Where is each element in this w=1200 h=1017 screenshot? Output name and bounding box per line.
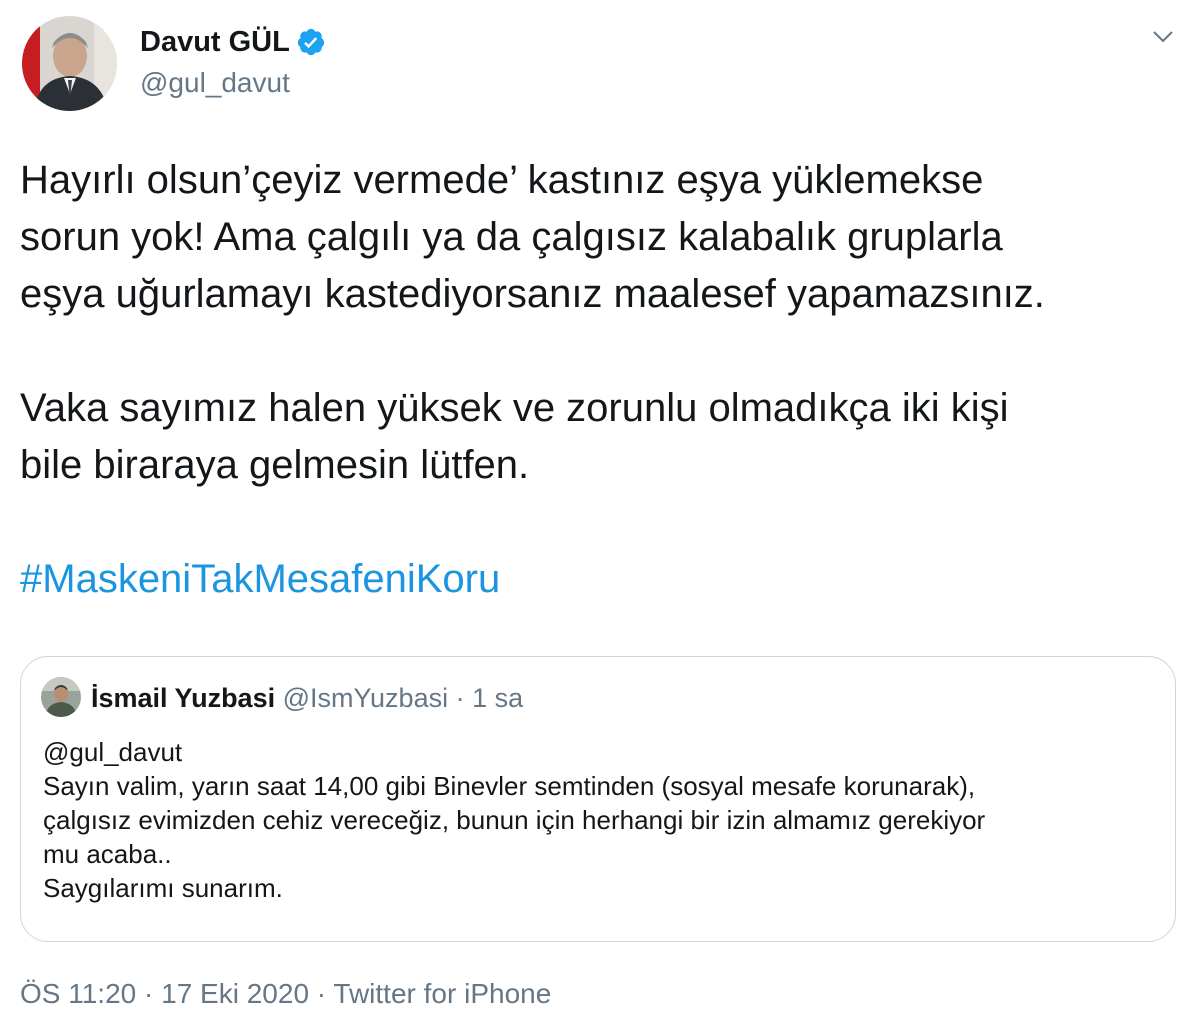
author-name-text[interactable]: Davut GÜL	[140, 24, 290, 60]
quoted-text: @gul_davut Sayın valim, yarın saat 14,00…	[43, 735, 1153, 905]
tweet-footer: ÖS 11:20 · 17 Eki 2020 · Twitter for iPh…	[20, 976, 551, 1012]
quoted-text-line: @gul_davut	[43, 737, 183, 767]
author-handle[interactable]: @gul_davut	[140, 66, 290, 100]
quoted-tweet[interactable]: İsmail Yuzbasi @IsmYuzbasi · 1 sa @gul_d…	[20, 656, 1176, 942]
quoted-text-line: Sayın valim, yarın saat 14,00 gibi Binev…	[43, 771, 976, 801]
hashtag-link[interactable]: #MaskeniTakMesafeniKoru	[20, 551, 1185, 608]
quoted-text-line: çalgısız evimizden cehiz vereceğiz, bunu…	[43, 805, 986, 835]
chevron-down-icon[interactable]	[1148, 22, 1178, 52]
tweet-text: Hayırlı olsun’çeyiz vermede’ kastınız eş…	[20, 152, 1185, 608]
quoted-text-line: Saygılarımı sunarım.	[43, 873, 283, 903]
tweet-text-line: Vaka sayımız halen yüksek ve zorunlu olm…	[20, 386, 1009, 430]
tweet-time[interactable]: ÖS 11:20	[20, 978, 136, 1009]
verified-badge-icon	[296, 27, 326, 57]
meta-separator: ·	[144, 978, 154, 1009]
quoted-time: 1 sa	[472, 683, 524, 713]
quoted-author-avatar	[41, 677, 81, 717]
tweet-text-line: eşya uğurlamayı kastediyorsanız maalesef…	[20, 272, 1045, 316]
quoted-author-name: İsmail Yuzbasi	[91, 683, 276, 713]
tweet-text-line: sorun yok! Ama çalgılı ya da çalgısız ka…	[20, 215, 1003, 259]
author-name[interactable]: Davut GÜL	[140, 24, 326, 60]
meta-separator: ·	[455, 683, 465, 713]
tweet-text-line: bile biraraya gelmesin lütfen.	[20, 443, 530, 487]
quoted-text-line: mu acaba..	[43, 839, 172, 869]
tweet: Davut GÜL @gul_davut Hayırlı olsun’çeyiz…	[0, 0, 1200, 1017]
tweet-date[interactable]: 17 Eki 2020	[161, 978, 309, 1009]
tweet-text-line: Hayırlı olsun’çeyiz vermede’ kastınız eş…	[20, 158, 984, 202]
tweet-source[interactable]: Twitter for iPhone	[333, 978, 551, 1009]
quoted-author-handle: @IsmYuzbasi	[282, 683, 449, 713]
author-avatar[interactable]	[22, 16, 117, 111]
quoted-header: İsmail Yuzbasi @IsmYuzbasi · 1 sa	[91, 681, 523, 715]
meta-separator: ·	[316, 978, 327, 1009]
